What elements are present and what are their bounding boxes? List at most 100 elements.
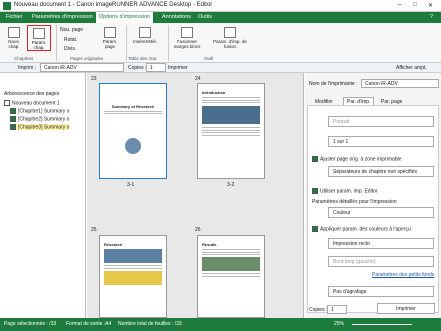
- copies-input[interactable]: 1: [146, 63, 166, 72]
- page-number: 23: [91, 76, 97, 82]
- menu-bar: Fichier Paramètres d'impression Options …: [0, 12, 441, 23]
- new-chapter-icon: [8, 27, 20, 38]
- small-stamp-link[interactable]: Paramètres des petits fonds: [372, 272, 434, 278]
- tab-fichier[interactable]: Fichier: [4, 14, 25, 20]
- merge-blocks-button[interactable]: Fusionner marges blocs: [170, 27, 204, 49]
- checkbox-icon: [312, 156, 318, 162]
- divider: [56, 25, 57, 61]
- fit-label: Ajuster page orig. à zone imprimable: [320, 156, 402, 163]
- new-chapter-button[interactable]: Nouv. chap.: [3, 27, 25, 49]
- divider: [126, 25, 127, 61]
- maximize-icon[interactable]: □: [413, 2, 417, 8]
- table-icon: [104, 270, 162, 285]
- merge-print-icon: [224, 27, 236, 38]
- page-thumbnail[interactable]: Research: [99, 235, 167, 318]
- edge-select[interactable]: Bord long (gauche): [328, 256, 434, 267]
- use-editor-checkbox[interactable]: Utiliser param. imp. Editor: [312, 188, 378, 194]
- page-thumbnail[interactable]: Results: [197, 235, 265, 318]
- copies-label: Copies :: [128, 65, 147, 71]
- page-params-button[interactable]: Param. page: [98, 27, 122, 49]
- chapter-params-label: Param. chap.: [31, 40, 47, 50]
- page-title: Summary of Research: [111, 104, 155, 109]
- apply-color-label: Appliquer param. des couleurs à l'aperçu: [320, 226, 411, 233]
- chapter-params-icon: [33, 28, 45, 39]
- apply-color-checkbox[interactable]: Appliquer param. des couleurs à l'aperçu: [312, 226, 411, 232]
- merge-print-params-button[interactable]: Param. d'imp. de fusion: [210, 27, 250, 49]
- title-bar: Nouveau document 1 - Canon imageRUNNER A…: [0, 0, 441, 12]
- divide-button[interactable]: Divis.: [64, 46, 76, 52]
- minimize-icon[interactable]: –: [398, 2, 401, 8]
- tab-tools[interactable]: Outils: [196, 14, 214, 20]
- page-number: 24: [195, 76, 201, 82]
- copies-stepper[interactable]: 1: [327, 305, 347, 314]
- detail-header: Paramètres détaillés pour l'impression: [312, 199, 397, 205]
- merge-icon: [181, 27, 193, 38]
- ribbon: Nouv. chap. Param. chap. Nou. page Rotat…: [0, 23, 441, 63]
- tab-annotations[interactable]: Annotations: [160, 14, 193, 20]
- use-editor-label: Utiliser param. imp. Editor: [320, 188, 378, 195]
- page-tree-panel: Arborescence des pages Nouveau document …: [0, 73, 86, 318]
- printer-name-label: Nom de l'imprimante :: [309, 81, 358, 87]
- zoom-slider[interactable]: [352, 324, 412, 325]
- page-preview-area[interactable]: 23 Summary of Research 3-1 24 Introducti…: [87, 73, 304, 318]
- photo-icon: [202, 106, 260, 124]
- layout-select[interactable]: 1 sur 1: [328, 136, 434, 147]
- printer-name-select[interactable]: Canon iR-ADV: [361, 79, 439, 88]
- page-label: 3-2: [227, 182, 235, 188]
- checkbox-icon: [312, 226, 318, 232]
- tree-root[interactable]: Nouveau document 1: [4, 100, 60, 106]
- page-number: 25: [91, 227, 97, 233]
- window-title: Nouveau document 1 - Canon imageRUNNER A…: [14, 2, 213, 8]
- rotate-button[interactable]: Rotat.: [64, 37, 77, 43]
- photo-icon: [202, 257, 260, 271]
- page-thumbnail[interactable]: Summary of Research: [99, 83, 167, 179]
- page-params-label: Param. page: [102, 39, 118, 49]
- tree-root-label: Nouveau document 1: [12, 100, 60, 107]
- insert-table-button[interactable]: Insérer/Mél.: [130, 27, 160, 44]
- tree-header: Arborescence des pages: [4, 91, 60, 97]
- chapter-icon: [10, 108, 16, 114]
- orientation-select[interactable]: Portrait: [328, 116, 434, 127]
- merge-blocks-label: Fusionner marges blocs: [173, 39, 201, 49]
- help-icon[interactable]: ?: [428, 14, 435, 20]
- tree-item[interactable]: [Chapitre2] Summary o: [10, 116, 69, 122]
- tree-item-label: [Chapitre1] Summary o: [18, 108, 70, 115]
- show-settings-button[interactable]: Afficher ampt.: [396, 65, 427, 71]
- page-number: 26: [195, 227, 201, 233]
- chapter-params-button[interactable]: Param. chap.: [27, 25, 51, 51]
- printer-label: Imprim :: [18, 65, 37, 71]
- print-button[interactable]: Imprimer: [377, 303, 435, 314]
- page-params-icon: [104, 27, 116, 38]
- fit-checkbox[interactable]: Ajuster page orig. à zone imprimable: [312, 156, 401, 162]
- settings-content: Portrait 1 sur 1 Ajuster page orig. à zo…: [307, 105, 439, 313]
- status-selected: Page sélectionnée : /33: [4, 321, 57, 327]
- status-sheets: Nombre total de feuilles : /33: [118, 321, 182, 327]
- tree-item-label: [Chapitre2] Summary o: [18, 116, 70, 123]
- tree-item[interactable]: [Chapitre1] Summary o: [10, 108, 69, 114]
- status-bar: Page sélectionnée : /33 Format de sortie…: [0, 318, 441, 331]
- duplex-select[interactable]: Impression recto: [328, 238, 434, 249]
- color-select[interactable]: Couleur: [328, 207, 434, 218]
- settings-panel: Nom de l'imprimante : Canon iR-ADV Modif…: [305, 73, 441, 318]
- page-title: Results: [202, 242, 217, 247]
- print-toolbar-button[interactable]: Imprimer: [168, 65, 188, 71]
- printer-select[interactable]: Canon iR-ADV: [40, 63, 124, 72]
- chapter-icon: [10, 116, 16, 122]
- document-icon: [4, 100, 10, 106]
- separator-select[interactable]: Séparateurs de chapitre non spécifiés: [328, 166, 434, 177]
- tab-print-options[interactable]: Options d'impression: [96, 12, 154, 23]
- print-toolbar: Imprim : Canon iR-ADV Copies : 1 Imprime…: [0, 63, 441, 73]
- page-thumbnail[interactable]: Introduction: [197, 83, 265, 179]
- group-chapters-label: Chapitres: [14, 56, 34, 61]
- close-icon[interactable]: ✕: [428, 2, 433, 9]
- new-page-button[interactable]: Nou. page: [60, 27, 83, 33]
- zoom-level[interactable]: 25%: [334, 321, 344, 327]
- copies-label: Copies :: [309, 307, 328, 313]
- staple-select[interactable]: Pas d'agrafage: [328, 286, 434, 297]
- app-icon: [3, 2, 11, 10]
- page-title: Introduction: [202, 90, 226, 95]
- tab-print-settings[interactable]: Paramètres d'impression: [30, 14, 95, 20]
- tree-item-selected[interactable]: [Chapitre3] Summary o: [10, 124, 70, 131]
- divider: [168, 25, 169, 61]
- photo-icon: [104, 249, 162, 263]
